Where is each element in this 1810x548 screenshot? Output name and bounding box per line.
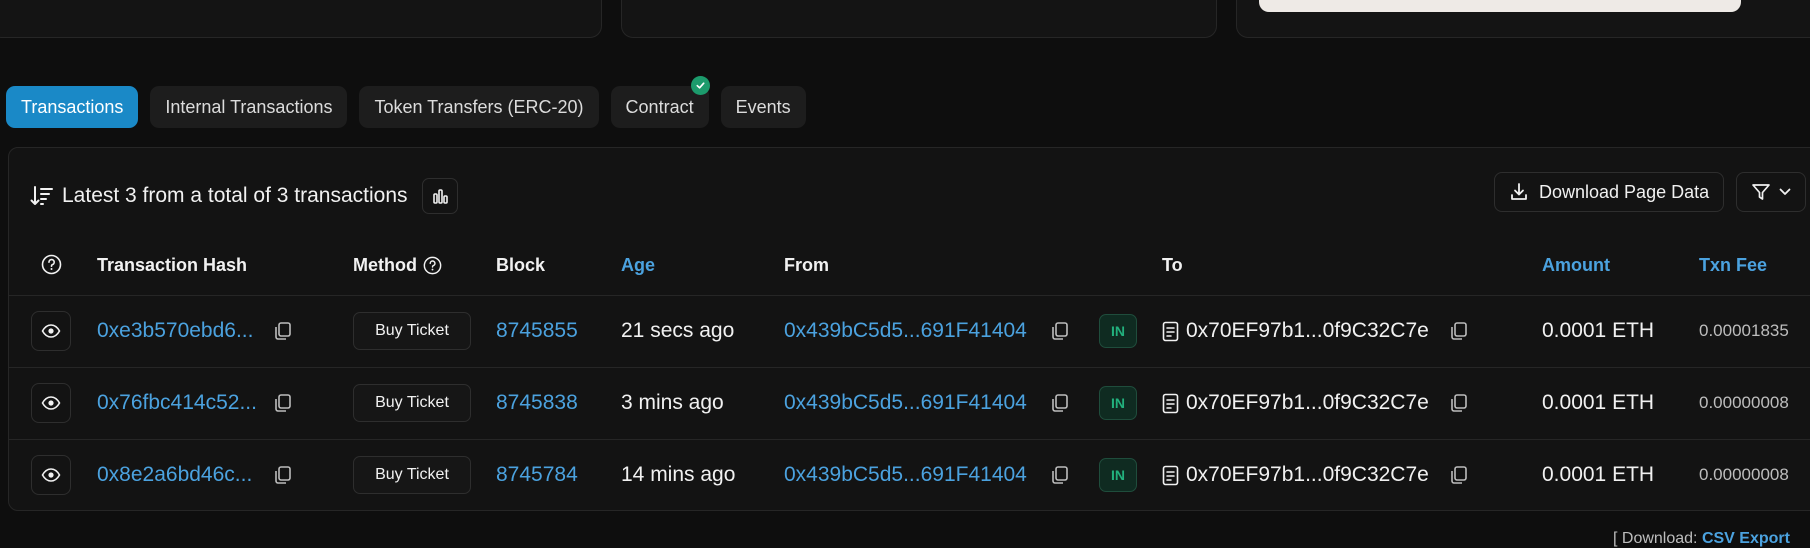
bar-chart-icon xyxy=(432,188,448,204)
tab-label: Internal Transactions xyxy=(165,96,333,117)
copy-icon[interactable] xyxy=(1449,295,1469,367)
tab-label: Transactions xyxy=(21,96,124,117)
chevron-down-icon xyxy=(1779,188,1791,196)
tab-transactions[interactable]: Transactions xyxy=(6,86,139,128)
analytics-button[interactable] xyxy=(421,178,458,214)
table-row: 0x76fbc414c52... Buy Ticket 8745838 3 mi… xyxy=(0,367,1810,439)
download-prefix: [ Download: xyxy=(1613,530,1698,547)
tab-label: Events xyxy=(735,96,791,117)
copy-icon[interactable] xyxy=(1449,439,1469,511)
header-txn-fee[interactable]: Txn Fee xyxy=(1699,255,1767,276)
method-badge: Buy Ticket xyxy=(353,456,471,494)
copy-icon[interactable] xyxy=(1050,295,1070,367)
block-link[interactable]: 8745838 xyxy=(496,391,578,415)
from-address-link[interactable]: 0x439bC5d5...691F41404 xyxy=(784,319,1027,343)
eye-icon xyxy=(41,468,61,482)
filter-button[interactable] xyxy=(1736,172,1806,212)
summary-text: Latest 3 from a total of 3 transactions xyxy=(62,184,408,207)
contract-doc-icon xyxy=(1162,367,1179,439)
age-text: 21 secs ago xyxy=(621,319,735,342)
method-badge: Buy Ticket xyxy=(353,312,471,350)
more-info-card xyxy=(621,0,1217,38)
header-amount[interactable]: Amount xyxy=(1542,255,1610,276)
table-row: 0xe3b570ebd6... Buy Ticket 8745855 21 se… xyxy=(0,295,1810,367)
age-text: 3 mins ago xyxy=(621,391,724,414)
copy-icon[interactable] xyxy=(1050,439,1070,511)
tab-events[interactable]: Events xyxy=(720,86,806,128)
amount-text: 0.0001 ETH xyxy=(1542,391,1655,414)
tab-token-transfers[interactable]: Token Transfers (ERC-20) xyxy=(359,86,599,128)
table-summary: Latest 3 from a total of 3 transactions xyxy=(30,178,458,214)
eye-icon xyxy=(41,396,61,410)
tab-label: Token Transfers (ERC-20) xyxy=(374,96,584,117)
block-link[interactable]: 8745784 xyxy=(496,463,578,487)
copy-icon[interactable] xyxy=(273,439,293,511)
txn-fee-text: 0.00000008 xyxy=(1699,465,1789,484)
header-block: Block xyxy=(496,255,546,275)
filter-icon xyxy=(1751,183,1771,201)
tx-hash-link[interactable]: 0x8e2a6bd46c... xyxy=(97,463,252,487)
amount-text: 0.0001 ETH xyxy=(1542,319,1655,342)
tx-hash-link[interactable]: 0x76fbc414c52... xyxy=(97,391,257,415)
contract-doc-icon xyxy=(1162,439,1179,511)
txn-fee-text: 0.00001835 xyxy=(1699,321,1789,340)
view-details-button[interactable] xyxy=(31,383,71,423)
check-icon xyxy=(690,76,710,95)
download-icon xyxy=(1509,182,1529,202)
to-address-link[interactable]: 0x70EF97b1...0f9C32C7e xyxy=(1186,319,1429,343)
tab-label: Contract xyxy=(625,96,694,117)
direction-badge: IN xyxy=(1099,386,1137,420)
direction-badge: IN xyxy=(1099,314,1137,348)
preview-image xyxy=(1259,0,1741,12)
csv-export-link[interactable]: CSV Export xyxy=(1702,530,1790,547)
header-method: Method xyxy=(353,255,442,276)
header-method-label: Method xyxy=(353,255,417,275)
help-circle-icon[interactable] xyxy=(41,254,62,275)
age-text: 14 mins ago xyxy=(621,463,736,486)
tx-hash-link[interactable]: 0xe3b570ebd6... xyxy=(97,319,253,343)
direction-badge: IN xyxy=(1099,458,1137,492)
contract-doc-icon xyxy=(1162,295,1179,367)
from-address-link[interactable]: 0x439bC5d5...691F41404 xyxy=(784,463,1027,487)
help-circle-icon[interactable] xyxy=(423,256,442,275)
tab-internal-transactions[interactable]: Internal Transactions xyxy=(150,86,348,128)
to-address-link[interactable]: 0x70EF97b1...0f9C32C7e xyxy=(1186,391,1429,415)
txn-fee-text: 0.00000008 xyxy=(1699,393,1789,412)
copy-icon[interactable] xyxy=(273,367,293,439)
block-link[interactable]: 8745855 xyxy=(496,319,578,343)
tab-contract[interactable]: Contract xyxy=(610,76,710,128)
table-row: 0x8e2a6bd46c... Buy Ticket 8745784 14 mi… xyxy=(0,439,1810,511)
download-page-data-button[interactable]: Download Page Data xyxy=(1494,172,1725,212)
copy-icon[interactable] xyxy=(1449,367,1469,439)
copy-icon[interactable] xyxy=(273,295,293,367)
method-badge: Buy Ticket xyxy=(353,384,471,422)
to-address-link[interactable]: 0x70EF97b1...0f9C32C7e xyxy=(1186,463,1429,487)
download-footer: [ Download: CSV Export xyxy=(1613,530,1790,548)
eye-icon xyxy=(41,324,61,338)
amount-text: 0.0001 ETH xyxy=(1542,463,1655,486)
copy-icon[interactable] xyxy=(1050,367,1070,439)
header-transaction-hash: Transaction Hash xyxy=(97,255,248,275)
header-to: To xyxy=(1162,255,1183,275)
view-details-button[interactable] xyxy=(31,455,71,495)
header-from: From xyxy=(784,255,829,275)
sort-desc-icon[interactable] xyxy=(30,185,54,207)
header-age[interactable]: Age xyxy=(621,255,655,276)
download-label: Download Page Data xyxy=(1539,181,1710,202)
view-details-button[interactable] xyxy=(31,311,71,351)
overview-card xyxy=(0,0,602,38)
from-address-link[interactable]: 0x439bC5d5...691F41404 xyxy=(784,391,1027,415)
tab-bar: Transactions Internal Transactions Token… xyxy=(6,76,806,128)
